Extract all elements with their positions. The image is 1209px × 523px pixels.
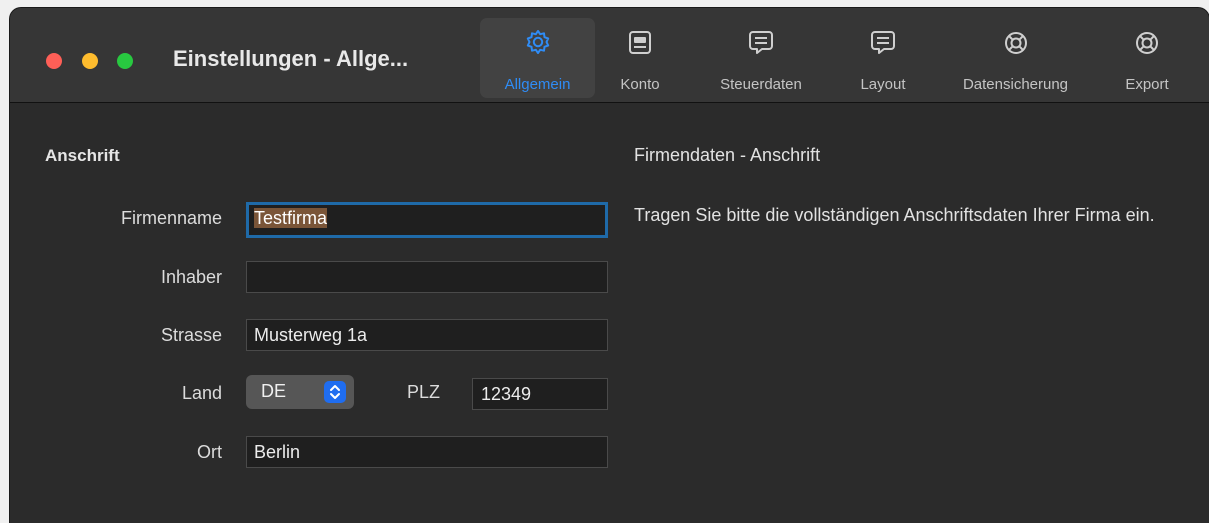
firmenname-label: Firmenname (120, 208, 222, 228)
toolbar: Einstellungen - Allge... Allgemein Konto… (10, 8, 1209, 103)
gear-icon (480, 28, 595, 58)
land-value: DE (261, 381, 287, 401)
tab-steuerdaten[interactable]: Steuerdaten (701, 18, 821, 98)
tab-datensicherung[interactable]: Datensicherung (938, 18, 1093, 98)
info-text: Tragen Sie bitte die vollständigen Ansch… (634, 205, 1155, 225)
tab-steuerdaten-label: Steuerdaten (720, 76, 802, 93)
speech-bubble-icon (701, 28, 821, 58)
chevron-up-down-icon (324, 381, 346, 403)
plz-label: PLZ (407, 382, 441, 402)
ort-label: Ort (197, 442, 222, 462)
tab-allgemein-label: Allgemein (504, 76, 571, 93)
firmenname-field[interactable]: Testfirma (246, 202, 608, 238)
inhaber-label: Inhaber (160, 267, 222, 287)
tab-export[interactable]: Export (1110, 18, 1184, 98)
tab-allgemein[interactable]: Allgemein (480, 18, 595, 98)
settings-content: Anschrift Firmenname Testfirma Inhaber S… (10, 103, 1209, 523)
lifebuoy-icon (938, 28, 1093, 58)
lifebuoy-icon (1110, 28, 1184, 58)
land-select[interactable]: DE (246, 375, 354, 409)
strasse-label: Strasse (160, 325, 222, 345)
land-label: Land (181, 383, 222, 403)
account-card-icon (608, 28, 672, 58)
firmenname-value: Testfirma (254, 208, 328, 228)
tab-konto-label: Konto (620, 76, 660, 93)
tab-layout[interactable]: Layout (848, 18, 918, 98)
speech-bubble-icon (848, 28, 918, 58)
close-window-button[interactable] (46, 53, 62, 69)
inhaber-field[interactable] (246, 261, 608, 293)
minimize-window-button[interactable] (82, 53, 98, 69)
info-title: Firmendaten - Anschrift (634, 145, 821, 165)
section-title: Anschrift (45, 146, 120, 165)
plz-field[interactable]: 12349 (472, 378, 608, 410)
strasse-field[interactable]: Musterweg 1a (246, 319, 608, 351)
tab-export-label: Export (1125, 76, 1169, 93)
tab-konto[interactable]: Konto (608, 18, 672, 98)
tab-layout-label: Layout (860, 76, 906, 93)
tab-datensicherung-label: Datensicherung (962, 76, 1069, 93)
settings-window: Einstellungen - Allge... Allgemein Konto… (10, 8, 1209, 523)
maximize-window-button[interactable] (117, 53, 133, 69)
window-title: Einstellungen - Allge... (173, 46, 409, 71)
ort-field[interactable]: Berlin (246, 436, 608, 468)
